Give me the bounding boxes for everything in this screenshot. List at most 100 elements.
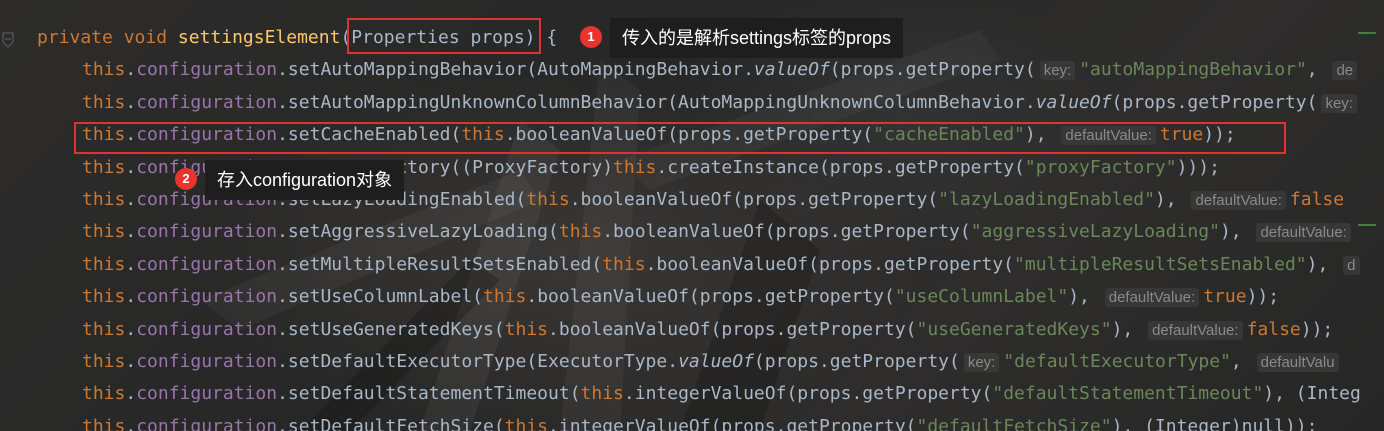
string-literal: "aggressiveLazyLoading" <box>970 221 1220 243</box>
callout-1: 传入的是解析settings标签的props <box>610 18 904 58</box>
field-name: configuration <box>136 415 278 431</box>
code-token: . <box>125 91 137 113</box>
keyword: this <box>82 351 126 372</box>
code-token: )); <box>1300 318 1334 340</box>
field-name: configuration <box>136 318 278 340</box>
code-line[interactable]: this.configuration.setDefaultStatementTi… <box>82 382 1361 410</box>
keyword: this <box>504 415 549 431</box>
keyword: false <box>1289 189 1345 210</box>
keyword: false <box>1246 318 1301 340</box>
code-token: . <box>125 286 137 308</box>
string-literal: "multipleResultSetsEnabled" <box>1014 253 1307 275</box>
code-token: .booleanValueOf(props.getProperty( <box>548 318 917 340</box>
parameter-hint: d <box>1343 255 1360 275</box>
field-name: configuration <box>136 59 278 81</box>
code-line[interactable]: this.configuration.setUseColumnLabel(thi… <box>82 285 1279 313</box>
keyword: this <box>82 383 126 405</box>
code-token: .booleanValueOf(props.getProperty( <box>645 253 1015 275</box>
code-token: .integerValueOf(props.getProperty( <box>548 415 917 431</box>
code-token: . <box>125 318 137 340</box>
field-name: configuration <box>136 351 278 372</box>
parameter-hint: defaultValue: <box>1148 320 1243 340</box>
code-token: .setAutoMappingBehavior(AutoMappingBehav… <box>277 59 754 81</box>
keyword: this <box>82 415 126 431</box>
keyword: this <box>82 91 126 113</box>
code-token: . <box>125 221 137 243</box>
keyword: this <box>82 59 126 81</box>
code-line[interactable]: this.configuration.setAggressiveLazyLoad… <box>82 220 1355 248</box>
code-line[interactable]: this.configuration.setMultipleResultSets… <box>82 253 1364 281</box>
keyword: this <box>82 253 126 275</box>
code-token: ))); <box>1176 156 1220 178</box>
code-token: valueOf <box>678 351 754 372</box>
keyword: this <box>558 221 603 243</box>
step-badge-1: 1 <box>580 26 602 48</box>
parameter-hint: defaultValue: <box>1191 191 1286 210</box>
code-line[interactable]: this.configuration.setDefaultExecutorTyp… <box>82 350 1343 378</box>
string-literal: "useColumnLabel" <box>894 286 1069 308</box>
code-token: (props.getProperty( <box>753 351 960 372</box>
code-token: . <box>125 415 137 431</box>
code-token: .booleanValueOf(props.getProperty( <box>526 286 895 308</box>
parameter-hint: key: <box>963 353 1000 372</box>
keyword: this <box>504 318 549 340</box>
highlight-box-parameter <box>347 18 541 54</box>
code-token: (props.getProperty( <box>829 59 1036 81</box>
code-token: ), <box>1154 189 1188 210</box>
code-line[interactable]: this.configuration.setAutoMappingUnknown… <box>82 91 1361 119</box>
callout-2: 存入configuration对象 <box>205 160 405 200</box>
string-literal: "useGeneratedKeys" <box>916 318 1112 340</box>
step-badge-2: 2 <box>175 168 197 190</box>
code-line[interactable]: this.configuration.setDefaultFetchSize(t… <box>82 415 1317 431</box>
code-token: .booleanValueOf(props.getProperty( <box>569 189 939 210</box>
keyword: this <box>526 189 570 210</box>
code-token: . <box>125 189 137 210</box>
code-token: (props.getProperty( <box>1111 91 1318 113</box>
keyword: this <box>483 286 527 308</box>
keyword: private void <box>37 27 178 48</box>
code-token: .setMultipleResultSetsEnabled( <box>277 253 603 275</box>
code-token: ), (Integ <box>1263 383 1361 405</box>
parameter-hint: key: <box>1039 61 1076 81</box>
code-token: ), (Integer)null)); <box>1111 415 1318 431</box>
parameter-hint: defaultValu <box>1256 353 1339 372</box>
code-token: .setAggressiveLazyLoading( <box>277 221 559 243</box>
code-token: . <box>125 156 137 178</box>
keyword: this <box>82 318 126 340</box>
keyword: true <box>1203 286 1247 308</box>
method-name: settingsElement <box>177 27 341 48</box>
error-stripe <box>1358 28 1380 228</box>
code-token: .setDefaultStatementTimeout( <box>277 383 581 405</box>
fold-icon[interactable] <box>2 32 14 48</box>
field-name: configuration <box>136 383 278 405</box>
code-token: ), <box>1068 286 1101 308</box>
keyword: this <box>602 253 646 275</box>
keyword: this <box>580 383 624 405</box>
code-line[interactable]: this.configuration.setUseGeneratedKeys(t… <box>82 318 1333 346</box>
code-token: , <box>1230 351 1253 372</box>
parameter-hint: defaultValue: <box>1256 223 1351 243</box>
field-name: configuration <box>136 221 278 243</box>
code-token: ), <box>1306 253 1340 275</box>
code-token: .setDefaultFetchSize( <box>277 415 505 431</box>
code-editor[interactable]: private void settingsElement(Properties … <box>0 0 1384 431</box>
code-token: .setUseColumnLabel( <box>277 286 483 308</box>
code-token: .createInstance(props.getProperty( <box>656 156 1025 178</box>
field-name: configuration <box>136 286 278 308</box>
field-name: configuration <box>136 253 278 275</box>
code-line[interactable]: this.configuration.setAutoMappingBehavio… <box>82 58 1361 86</box>
parameter-hint: key: <box>1321 93 1357 113</box>
code-token: .setAutoMappingUnknownColumnBehavior(Aut… <box>277 91 1036 113</box>
string-literal: "defaultFetchSize" <box>916 415 1112 431</box>
code-token: .integerValueOf(props.getProperty( <box>623 383 993 405</box>
string-literal: "proxyFactory" <box>1024 156 1177 178</box>
code-token: . <box>125 351 137 372</box>
code-token: valueOf <box>1035 91 1112 113</box>
keyword: this <box>82 286 126 308</box>
string-literal: "defaultStatementTimeout" <box>992 383 1264 405</box>
keyword: this <box>82 221 126 243</box>
code-token: . <box>125 383 137 405</box>
string-literal: "lazyLoadingEnabled" <box>938 189 1155 210</box>
code-token: .setUseGeneratedKeys( <box>277 318 505 340</box>
keyword: this <box>82 189 126 210</box>
